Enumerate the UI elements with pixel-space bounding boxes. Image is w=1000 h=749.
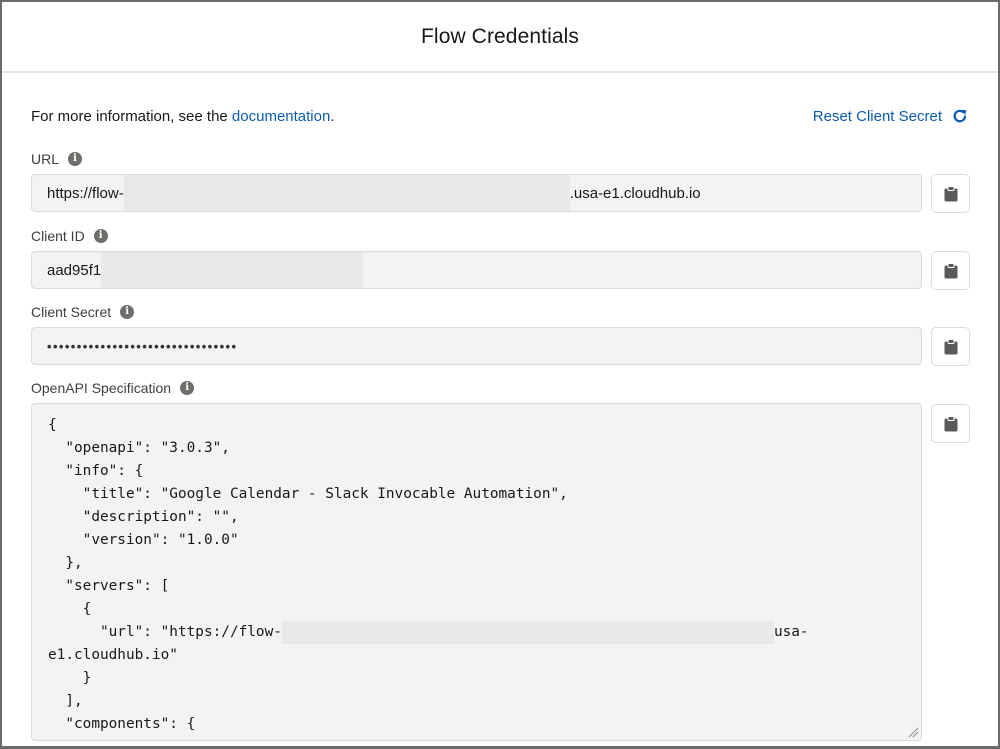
code-line: "info": { bbox=[48, 463, 144, 479]
code-line: } bbox=[48, 670, 92, 686]
code-line: "description": "", bbox=[48, 509, 239, 525]
openapi-spec-textarea[interactable]: { "openapi": "3.0.3", "info": { "title":… bbox=[31, 403, 922, 741]
code-line: "version": "1.0.0" bbox=[48, 532, 239, 548]
code-line: "servers": [ bbox=[48, 578, 170, 594]
url-value-suffix: .usa-e1.cloudhub.io bbox=[569, 184, 701, 202]
redacted-region bbox=[281, 621, 774, 644]
url-field[interactable]: https://flow- .usa-e1.cloudhub.io bbox=[31, 174, 922, 212]
code-line: ], bbox=[48, 693, 83, 709]
code-line: }, bbox=[48, 555, 83, 571]
client-secret-value: •••••••••••••••••••••••••••••••• bbox=[47, 338, 238, 354]
clipboard-icon bbox=[944, 262, 957, 278]
info-text: For more information, see the documentat… bbox=[31, 107, 335, 125]
url-value-prefix: https://flow- bbox=[47, 184, 124, 202]
code-line: "components": { bbox=[48, 716, 196, 732]
info-row: For more information, see the documentat… bbox=[31, 105, 968, 127]
client-id-label: Client ID i bbox=[31, 228, 108, 244]
panel-header: Flow Credentials bbox=[2, 2, 998, 73]
clipboard-icon bbox=[944, 415, 957, 431]
code-line: e1.cloudhub.io" bbox=[48, 647, 178, 663]
redacted-region bbox=[101, 252, 364, 288]
copy-client-secret-button[interactable] bbox=[931, 327, 970, 366]
info-icon[interactable]: i bbox=[120, 305, 135, 319]
flow-credentials-panel: Flow Credentials For more information, s… bbox=[0, 0, 1000, 749]
client-secret-label: Client Secret i bbox=[31, 304, 135, 320]
documentation-link[interactable]: documentation bbox=[232, 108, 330, 125]
copy-url-button[interactable] bbox=[931, 174, 970, 213]
code-line: "title": "Google Calendar - Slack Invoca… bbox=[48, 486, 568, 502]
url-label: URL i bbox=[31, 151, 83, 167]
reset-client-secret-label: Reset Client Secret bbox=[812, 107, 942, 125]
resize-handle-icon[interactable] bbox=[907, 726, 919, 738]
clipboard-icon bbox=[944, 338, 957, 354]
redacted-region bbox=[123, 175, 570, 211]
code-line: { bbox=[48, 601, 92, 617]
client-id-value-prefix: aad95f1 bbox=[47, 261, 102, 279]
copy-openapi-spec-button[interactable] bbox=[931, 404, 970, 443]
refresh-icon bbox=[953, 109, 967, 123]
info-icon[interactable]: i bbox=[180, 381, 195, 395]
code-line: "openapi": "3.0.3", bbox=[48, 440, 230, 456]
code-line-redacted: "url": "https://flow-usa- bbox=[48, 621, 921, 644]
copy-client-id-button[interactable] bbox=[931, 251, 970, 290]
client-id-field[interactable]: aad95f1 bbox=[31, 251, 922, 289]
openapi-spec-label: OpenAPI Specification i bbox=[31, 380, 195, 396]
info-icon[interactable]: i bbox=[68, 152, 83, 166]
code-line: { bbox=[48, 417, 57, 433]
reset-client-secret-button[interactable]: Reset Client Secret bbox=[813, 108, 968, 125]
clipboard-icon bbox=[944, 185, 957, 201]
client-secret-field[interactable]: •••••••••••••••••••••••••••••••• bbox=[31, 327, 922, 365]
page-title: Flow Credentials bbox=[421, 24, 579, 48]
info-icon[interactable]: i bbox=[93, 229, 108, 243]
